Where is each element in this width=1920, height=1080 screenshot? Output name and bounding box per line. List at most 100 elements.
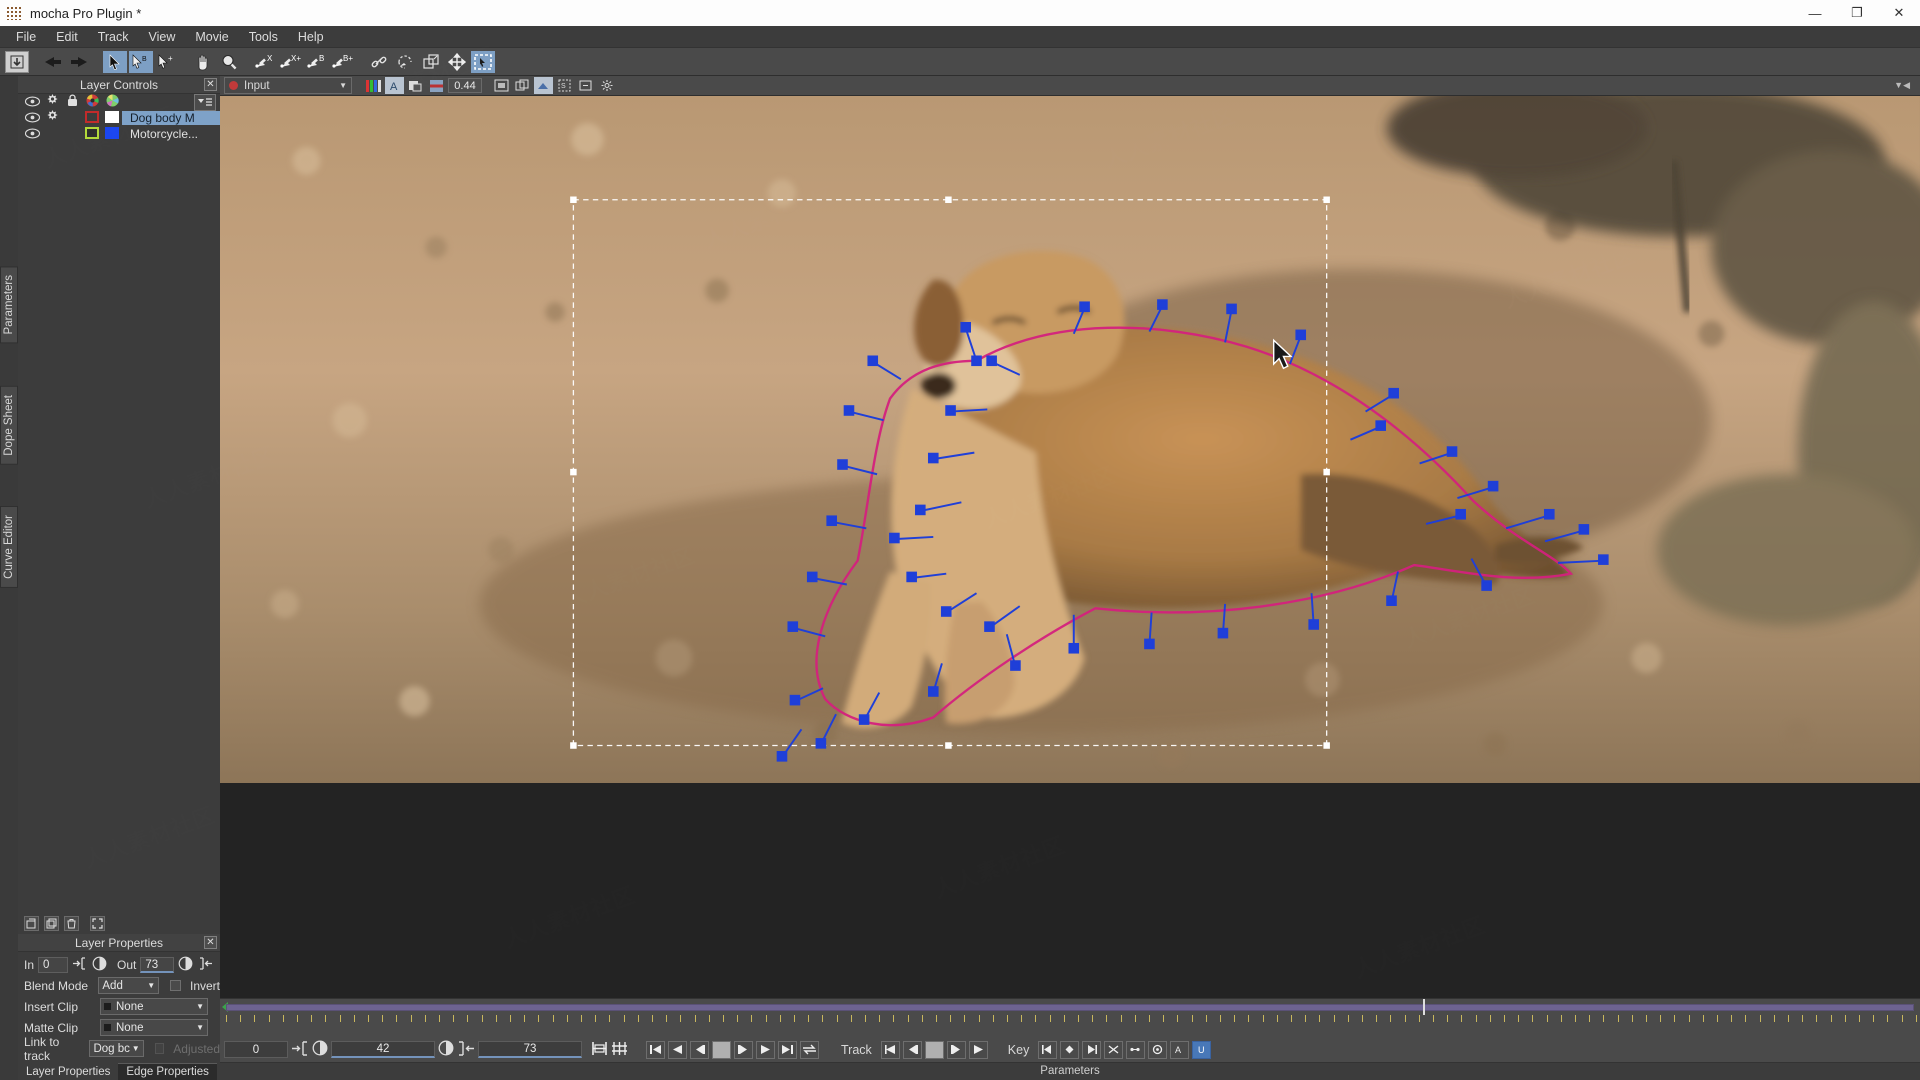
next-key-button[interactable]	[1082, 1040, 1102, 1059]
fit-view-icon[interactable]	[492, 77, 511, 94]
rgb-channels-icon[interactable]	[364, 77, 383, 94]
layer-outline-color[interactable]	[82, 110, 102, 126]
clip-selector-dropdown[interactable]: Input ▼	[224, 77, 352, 94]
viewbar-overflow-icon[interactable]: ▼◀	[1894, 80, 1916, 91]
save-export-icon[interactable]	[5, 50, 29, 73]
insert-clip-dropdown[interactable]: None ▼	[100, 998, 208, 1015]
key-menu-button[interactable]	[1126, 1040, 1146, 1059]
layer-menu-icon[interactable]	[194, 93, 216, 111]
xspline-tool-icon[interactable]: X	[253, 51, 277, 73]
tab-edge-properties[interactable]: Edge Properties	[118, 1063, 217, 1080]
planar-icon[interactable]: S	[555, 77, 574, 94]
frame-current-field[interactable]: 42	[331, 1041, 435, 1058]
add-point-tool-icon[interactable]: +	[155, 51, 179, 73]
menu-help[interactable]: Help	[288, 28, 334, 46]
layer-visibility-icon[interactable]	[22, 111, 42, 126]
link-to-track-dropdown[interactable]: Dog bc ▼	[89, 1040, 144, 1057]
layer-outline-color-2[interactable]	[82, 126, 102, 142]
add-key-button[interactable]	[1060, 1040, 1080, 1059]
out-frame-keyframe-icon[interactable]	[438, 1040, 454, 1059]
go-to-start-button[interactable]	[646, 1040, 665, 1059]
track-step-forward-button[interactable]	[946, 1040, 966, 1059]
stop-button[interactable]	[712, 1040, 731, 1059]
minimize-button[interactable]: —	[1794, 0, 1836, 26]
set-in-point-icon[interactable]	[291, 1040, 309, 1059]
delete-key-button[interactable]	[1104, 1040, 1124, 1059]
out-field[interactable]: 73	[140, 956, 175, 973]
menu-tools[interactable]: Tools	[239, 28, 288, 46]
pan-tool-icon[interactable]	[191, 51, 215, 73]
stabilize-view-icon[interactable]	[576, 77, 595, 94]
surface-icon[interactable]	[534, 77, 553, 94]
marquee-tool-icon[interactable]	[471, 50, 495, 73]
xspline-add-tool-icon[interactable]: X+	[279, 51, 303, 73]
out-keyframe-icon[interactable]	[178, 956, 193, 974]
vtab-dope-sheet[interactable]: Dope Sheet	[0, 386, 18, 465]
frame-start-field[interactable]: 0	[224, 1041, 288, 1058]
layer-properties-close-icon[interactable]: ✕	[204, 936, 217, 949]
track-stop-button[interactable]	[924, 1040, 944, 1059]
bezier-tool-icon[interactable]: B	[305, 51, 329, 73]
layer-fill-color[interactable]	[102, 110, 122, 126]
fit-range-icon[interactable]	[591, 1041, 608, 1059]
layer-name[interactable]: Dog body M	[122, 111, 220, 125]
vtab-parameters[interactable]: Parameters	[0, 266, 18, 344]
step-backward-button[interactable]	[690, 1040, 709, 1059]
bezier-add-tool-icon[interactable]: B+	[331, 51, 355, 73]
move-tool-icon[interactable]	[445, 51, 469, 73]
link-key-button[interactable]: U	[1192, 1040, 1212, 1059]
auto-key-button[interactable]	[1148, 1040, 1168, 1059]
menu-edit[interactable]: Edit	[46, 28, 88, 46]
close-button[interactable]: ✕	[1878, 0, 1920, 26]
track-step-backward-button[interactable]	[902, 1040, 922, 1059]
playhead-marker[interactable]	[1423, 999, 1425, 1016]
track-forward-button[interactable]	[968, 1040, 988, 1059]
duplicate-layer-icon[interactable]	[44, 915, 59, 931]
layer-gear-icon[interactable]	[42, 110, 62, 126]
set-out-icon[interactable]	[197, 956, 213, 973]
expand-layers-icon[interactable]	[90, 915, 105, 931]
grid-icon[interactable]	[513, 77, 532, 94]
loop-button[interactable]	[800, 1040, 819, 1059]
select-b-tool-icon[interactable]: B	[129, 50, 153, 73]
matte-icon[interactable]	[406, 77, 425, 94]
frame-end-field[interactable]: 73	[478, 1041, 582, 1058]
overlay-icon[interactable]	[427, 77, 446, 94]
menu-movie[interactable]: Movie	[185, 28, 238, 46]
tab-layer-properties[interactable]: Layer Properties	[18, 1064, 119, 1080]
set-out-point-icon[interactable]	[457, 1040, 475, 1059]
delete-layer-icon[interactable]	[64, 915, 79, 931]
play-backward-button[interactable]	[668, 1040, 687, 1059]
scrub-bar[interactable]	[220, 998, 1920, 1016]
track-backward-button[interactable]	[880, 1040, 900, 1059]
play-forward-button[interactable]	[756, 1040, 775, 1059]
table-row[interactable]: Motorcycle...	[18, 126, 220, 142]
add-layer-icon[interactable]	[24, 915, 39, 931]
layer-name-2[interactable]: Motorcycle...	[122, 127, 220, 141]
maximize-button[interactable]: ❐	[1836, 0, 1878, 26]
viewport[interactable]: www.rr-sc.com	[220, 96, 1920, 998]
prev-key-button[interactable]	[1038, 1040, 1058, 1059]
set-in-icon[interactable]	[72, 956, 88, 973]
alpha-channel-icon[interactable]: A	[385, 77, 404, 94]
zoom-level-field[interactable]: 0.44	[448, 78, 482, 93]
in-field[interactable]: 0	[38, 956, 69, 973]
timeline-ruler[interactable]	[220, 1015, 1920, 1037]
forward-arrow-icon[interactable]	[67, 51, 91, 73]
menu-view[interactable]: View	[139, 28, 186, 46]
step-forward-button[interactable]	[734, 1040, 753, 1059]
select-tool-icon[interactable]	[103, 50, 127, 73]
blend-mode-dropdown[interactable]: Add ▼	[98, 977, 160, 994]
in-frame-keyframe-icon[interactable]	[312, 1040, 328, 1059]
go-to-end-button[interactable]	[778, 1040, 797, 1059]
invert-checkbox[interactable]	[170, 980, 181, 991]
transform-tool-icon[interactable]	[419, 51, 443, 73]
menu-file[interactable]: File	[6, 28, 46, 46]
in-keyframe-icon[interactable]	[92, 956, 107, 974]
matte-clip-dropdown[interactable]: None ▼	[100, 1019, 208, 1036]
settings-icon[interactable]	[597, 77, 616, 94]
link-tool-icon[interactable]	[367, 51, 391, 73]
zoom-tool-icon[interactable]	[217, 51, 241, 73]
layer-fill-color-2[interactable]	[102, 126, 122, 142]
layer-visibility-icon-2[interactable]	[22, 127, 42, 142]
